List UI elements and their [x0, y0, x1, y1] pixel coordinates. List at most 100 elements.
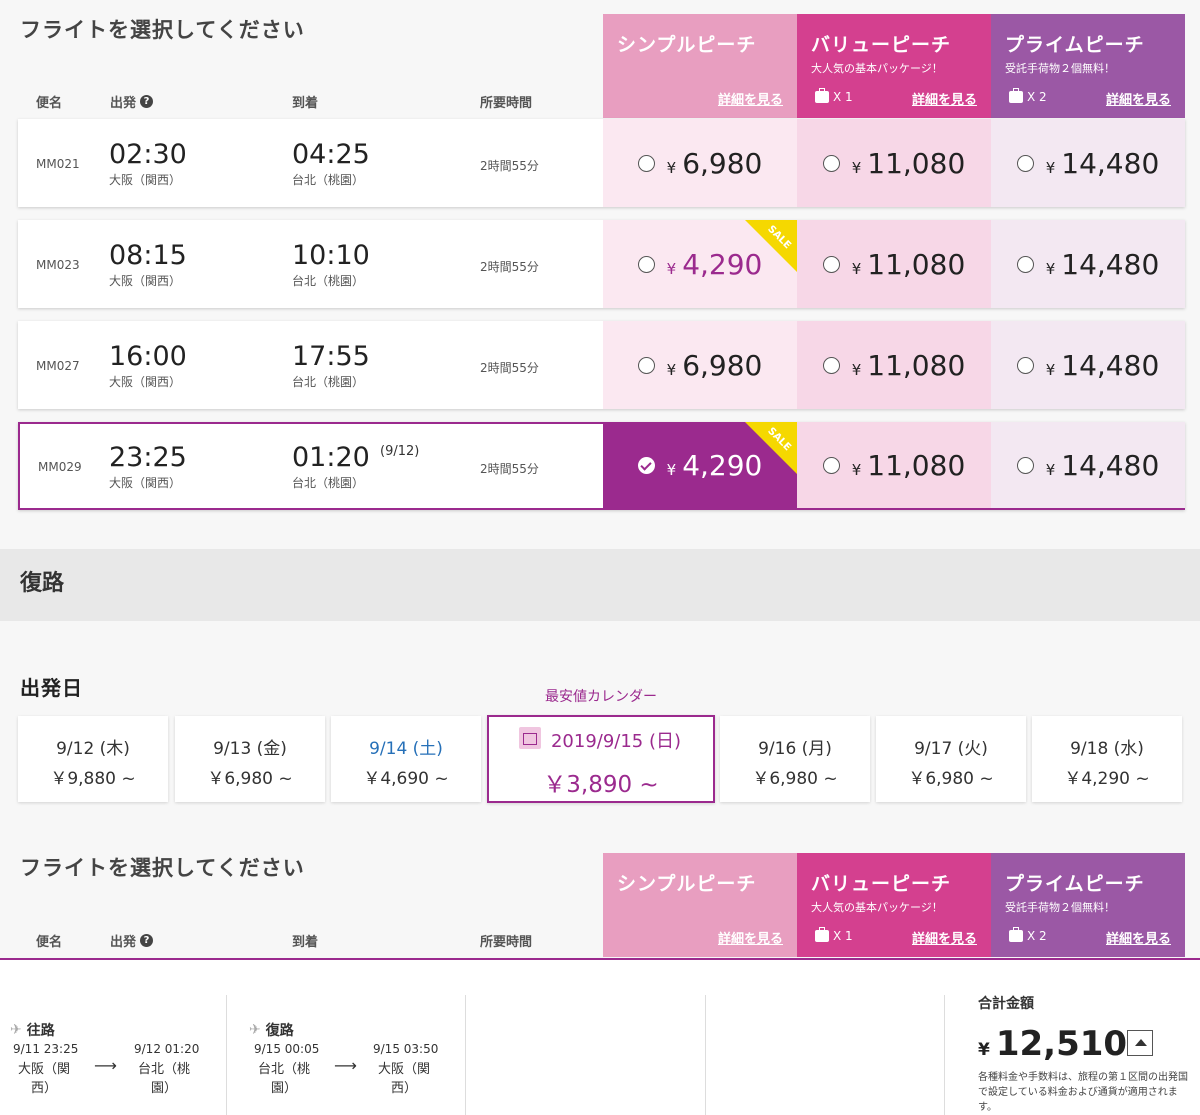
fare-detail-link[interactable]: 詳細を見る: [718, 89, 783, 108]
fare-name: プライムピーチ: [1005, 873, 1145, 895]
baggage-info: X 1: [815, 88, 853, 104]
flight-number: MM027: [36, 359, 80, 373]
fare-price: 11,080: [867, 247, 966, 281]
fare-option-simple[interactable]: ¥6,980: [603, 119, 797, 207]
radio-button[interactable]: [1016, 356, 1034, 374]
radio-button[interactable]: [1016, 456, 1034, 474]
column-arrive: 到着: [292, 96, 319, 111]
outbound-section-title: フライトを選択してください: [20, 18, 305, 42]
help-icon[interactable]: ?: [140, 934, 154, 947]
fare-name: バリューピーチ: [811, 34, 952, 56]
fare-option-prime[interactable]: ¥14,480: [991, 321, 1185, 409]
fare-price: 6,980: [682, 146, 763, 180]
summary-outbound-dep-place: 大阪（関西）: [17, 1062, 70, 1096]
arrow-right-icon: ⟶: [334, 1056, 357, 1075]
departure-time: 16:00: [109, 341, 187, 372]
date-option[interactable]: 9/14 (土) ￥4,690 ~: [331, 716, 481, 802]
departure-airport: 大阪（関西）: [109, 476, 182, 490]
arrival-next-day: (9/12): [380, 444, 420, 459]
suitcase-icon: [1009, 927, 1023, 942]
arrival-time: 04:25: [292, 139, 370, 170]
date-option[interactable]: 9/16 (月) ￥6,980 ~: [720, 716, 870, 802]
column-arrive: 到着: [292, 935, 319, 950]
fare-price: 14,480: [1061, 448, 1160, 482]
return-title: 復路: [20, 571, 65, 596]
flight-duration: 2時間55分: [480, 361, 539, 375]
flight-number: MM029: [38, 460, 82, 474]
suitcase-icon: [815, 88, 829, 103]
plane-icon: ✈: [10, 1022, 22, 1038]
fare-option-prime[interactable]: ¥14,480: [991, 220, 1185, 308]
fare-option-value[interactable]: ¥11,080: [797, 422, 991, 508]
radio-button[interactable]: [822, 154, 840, 172]
return-section-header: 復路: [0, 549, 1200, 621]
baggage-info: X 2: [1009, 88, 1047, 104]
fare-name: バリューピーチ: [811, 873, 952, 895]
return-flight-section-title: フライトを選択してください: [20, 856, 305, 880]
date-option[interactable]: 9/18 (水) ￥4,290 ~: [1032, 716, 1182, 802]
radio-button[interactable]: [822, 356, 840, 374]
booking-summary-bar: ✈ 往路 9/11 23:25 大阪（関西） ⟶ 9/12 01:20 台北（桃園…: [0, 958, 1200, 1115]
lowest-fare-calendar-link[interactable]: 最安値カレンダー: [487, 686, 715, 706]
fare-price: 14,480: [1061, 146, 1160, 180]
help-icon[interactable]: ?: [140, 95, 154, 108]
radio-button[interactable]: [637, 255, 655, 273]
fare-price: 14,480: [1061, 247, 1160, 281]
arrow-right-icon: ⟶: [94, 1056, 117, 1075]
fare-option-simple[interactable]: ¥4,290 SALE: [603, 220, 797, 308]
fare-header-prime: プライムピーチ 受託手荷物２個無料！ X 2 詳細を見る: [991, 14, 1185, 118]
fare-option-simple[interactable]: ¥6,980: [603, 321, 797, 409]
date-option[interactable]: 9/12 (木) ￥9,880 ~: [18, 716, 168, 802]
fare-price: 11,080: [867, 348, 966, 382]
fare-detail-link[interactable]: 詳細を見る: [912, 928, 977, 947]
column-duration: 所要時間: [480, 935, 533, 950]
fare-subtitle: 大人気の基本パッケージ！: [811, 62, 943, 75]
radio-button[interactable]: [637, 356, 655, 374]
fare-option-prime[interactable]: ¥14,480: [991, 119, 1185, 207]
fare-price: 11,080: [867, 448, 966, 482]
fare-header-prime: プライムピーチ 受託手荷物２個無料！ X 2 詳細を見る: [991, 853, 1185, 957]
date-option-selected[interactable]: 2019/9/15 (日) ￥3,890 ~: [487, 715, 715, 803]
flight-duration: 2時間55分: [480, 462, 539, 476]
expand-summary-button[interactable]: [1127, 1030, 1153, 1056]
flight-number: MM021: [36, 157, 80, 171]
fare-option-value[interactable]: ¥11,080: [797, 220, 991, 308]
fare-detail-link[interactable]: 詳細を見る: [912, 89, 977, 108]
flight-row: MM021 02:30 大阪（関西） 04:25 台北（桃園） 2時間55分 ¥…: [18, 119, 1185, 207]
column-flight-no: 便名: [36, 96, 63, 111]
divider: [465, 995, 466, 1115]
divider: [944, 995, 945, 1115]
fare-option-value[interactable]: ¥11,080: [797, 321, 991, 409]
fare-option-prime[interactable]: ¥14,480: [991, 422, 1185, 508]
fare-header-value: バリューピーチ 大人気の基本パッケージ！ X 1 詳細を見る: [797, 14, 991, 118]
departure-time: 02:30: [109, 139, 187, 170]
fare-detail-link[interactable]: 詳細を見る: [1106, 89, 1171, 108]
radio-button[interactable]: [822, 255, 840, 273]
suitcase-icon: [815, 927, 829, 942]
fare-option-value[interactable]: ¥11,080: [797, 119, 991, 207]
arrival-airport: 台北（桃園）: [292, 476, 365, 490]
radio-button[interactable]: [637, 154, 655, 172]
departure-time: 08:15: [109, 240, 187, 271]
fare-detail-link[interactable]: 詳細を見る: [1106, 928, 1171, 947]
column-flight-no: 便名: [36, 935, 63, 950]
summary-outbound-dep-time: 9/11 23:25: [13, 1042, 79, 1056]
fare-header-simple: シンプルピーチ 詳細を見る: [603, 14, 797, 118]
radio-button[interactable]: [1016, 255, 1034, 273]
fare-currency-note: 各種料金や手数料は、旅程の第１区間の出発国で設定している料金および通貨が適用され…: [978, 1072, 1188, 1113]
baggage-info: X 2: [1009, 927, 1047, 943]
radio-button[interactable]: [822, 456, 840, 474]
checkmark-icon[interactable]: [637, 456, 655, 474]
radio-button[interactable]: [1016, 154, 1034, 172]
fare-price: 11,080: [867, 146, 966, 180]
divider: [705, 995, 706, 1115]
date-option[interactable]: 9/13 (金) ￥6,980 ~: [175, 716, 325, 802]
arrival-airport: 台北（桃園）: [292, 173, 365, 187]
divider: [226, 995, 227, 1115]
date-option[interactable]: 9/17 (火) ￥6,980 ~: [876, 716, 1026, 802]
departure-airport: 大阪（関西）: [109, 274, 182, 288]
departure-airport: 大阪（関西）: [109, 173, 182, 187]
fare-option-simple-selected[interactable]: ¥4,290 SALE: [603, 422, 797, 508]
fare-detail-link[interactable]: 詳細を見る: [718, 928, 783, 947]
arrival-airport: 台北（桃園）: [292, 274, 365, 288]
